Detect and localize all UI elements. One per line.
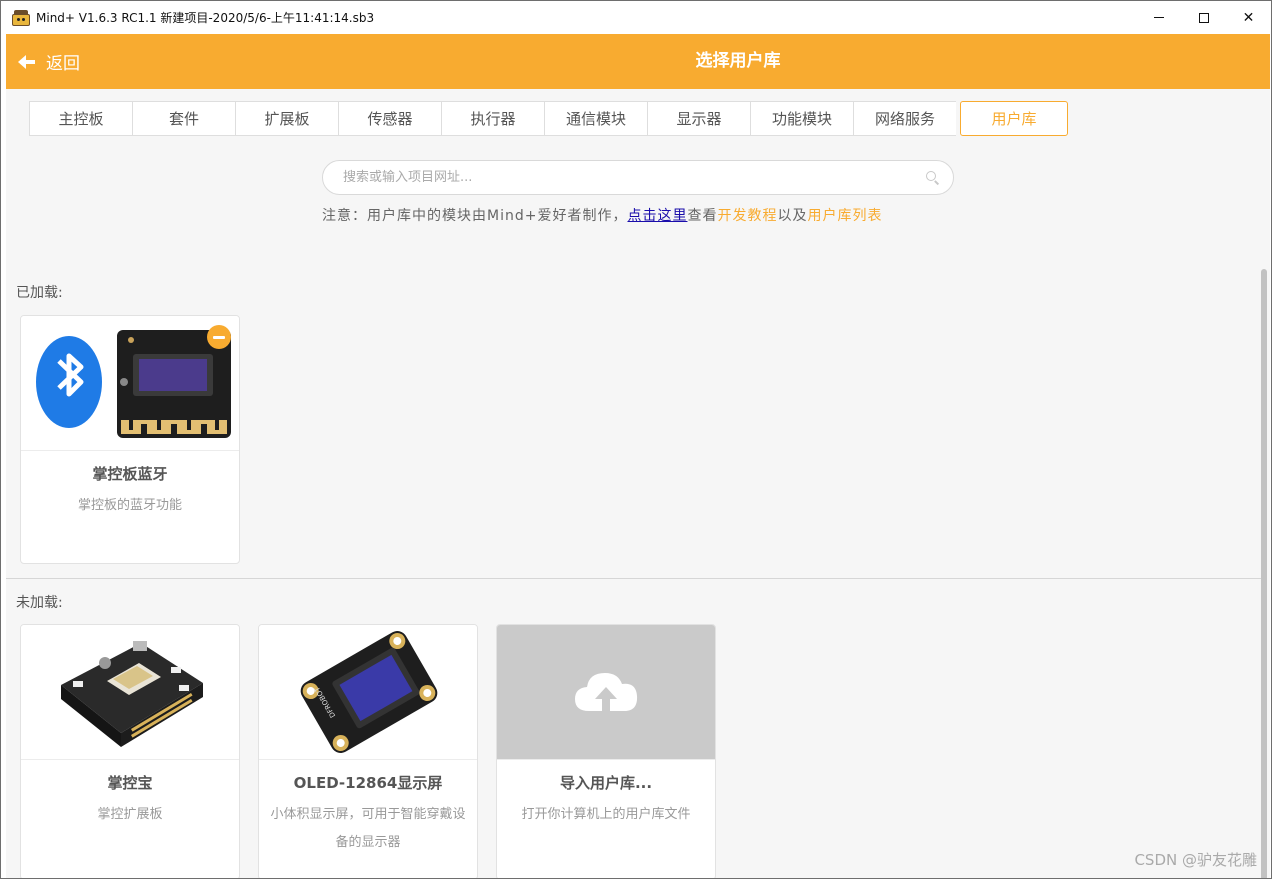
tab-kit[interactable]: 套件 bbox=[132, 101, 235, 136]
card-title: OLED-12864显示屏 bbox=[293, 774, 443, 792]
app-window: Mind+ V1.6.3 RC1.1 新建项目-2020/5/6-上午11:41… bbox=[0, 0, 1272, 879]
search-icon[interactable] bbox=[926, 171, 940, 185]
card-image bbox=[21, 316, 239, 451]
minimize-button[interactable] bbox=[1136, 1, 1181, 34]
card-image bbox=[21, 625, 239, 760]
expansion-board-image bbox=[61, 641, 203, 747]
click-here-link[interactable]: 点击这里 bbox=[627, 208, 687, 224]
card-title: 掌控宝 bbox=[107, 774, 153, 792]
back-button[interactable]: 返回 bbox=[18, 34, 80, 89]
tab-function-module[interactable]: 功能模块 bbox=[750, 101, 853, 136]
tab-network-service[interactable]: 网络服务 bbox=[853, 101, 956, 136]
notice-and: 以及 bbox=[777, 208, 808, 224]
close-icon: ✕ bbox=[1242, 9, 1255, 26]
library-card-zhangkongbao[interactable]: 掌控宝 掌控扩展板 bbox=[20, 624, 240, 878]
oled-display-image: DFROBOT bbox=[300, 631, 438, 753]
card-image bbox=[497, 625, 715, 760]
user-library-list-link[interactable]: 用户库列表 bbox=[807, 208, 882, 224]
mindplus-app-icon bbox=[12, 9, 30, 26]
library-card-mpython-bluetooth[interactable]: 掌控板蓝牙 掌控板的蓝牙功能 bbox=[20, 315, 240, 564]
maximize-icon bbox=[1198, 12, 1209, 23]
card-title: 导入用户库... bbox=[559, 774, 653, 792]
tab-expansion-board[interactable]: 扩展板 bbox=[235, 101, 338, 136]
card-description: 打开你计算机上的用户库文件 bbox=[521, 807, 691, 822]
title-bar: Mind+ V1.6.3 RC1.1 新建项目-2020/5/6-上午11:41… bbox=[1, 1, 1271, 34]
tab-sensor[interactable]: 传感器 bbox=[338, 101, 441, 136]
close-button[interactable]: ✕ bbox=[1226, 1, 1271, 34]
back-label: 返回 bbox=[46, 54, 80, 74]
card-image: DFROBOT bbox=[259, 625, 477, 760]
watermark: CSDN @驴友花雕 bbox=[1134, 851, 1257, 869]
tab-display[interactable]: 显示器 bbox=[647, 101, 750, 136]
tab-communication[interactable]: 通信模块 bbox=[544, 101, 647, 136]
scrollbar[interactable] bbox=[1261, 269, 1267, 878]
minimize-icon bbox=[1153, 17, 1164, 18]
card-title: 掌控板蓝牙 bbox=[92, 465, 168, 483]
category-tabs: 主控板 套件 扩展板 传感器 执行器 通信模块 显示器 功能模块 网络服务 用户… bbox=[29, 101, 1068, 136]
window-title: Mind+ V1.6.3 RC1.1 新建项目-2020/5/6-上午11:41… bbox=[36, 11, 375, 25]
arrow-left-icon bbox=[18, 54, 36, 69]
tab-actuator[interactable]: 执行器 bbox=[441, 101, 544, 136]
window-controls: ✕ bbox=[1136, 1, 1271, 34]
notice-middle: 查看 bbox=[687, 208, 718, 224]
card-description: 掌控板的蓝牙功能 bbox=[77, 498, 182, 513]
remove-icon[interactable] bbox=[207, 325, 231, 349]
unloaded-section-label: 未加载: bbox=[16, 595, 63, 611]
tab-user-library[interactable]: 用户库 bbox=[960, 101, 1068, 136]
tab-main-board[interactable]: 主控板 bbox=[29, 101, 132, 136]
notice-prefix: 注意：用户库中的模块由Mind+爱好者制作， bbox=[322, 208, 628, 224]
import-library-card[interactable]: 导入用户库... 打开你计算机上的用户库文件 bbox=[496, 624, 716, 878]
library-content: 主控板 套件 扩展板 传感器 执行器 通信模块 显示器 功能模块 网络服务 用户… bbox=[6, 89, 1270, 878]
cloud-upload-icon bbox=[575, 673, 638, 711]
card-description: 掌控扩展板 bbox=[97, 807, 163, 822]
search-input[interactable] bbox=[343, 161, 913, 194]
page-title: 选择用户库 bbox=[695, 51, 781, 71]
page-header: 选择用户库 返回 bbox=[6, 34, 1270, 89]
section-divider bbox=[6, 578, 1264, 579]
card-description: 小体积显示屏，可用于智能穿戴设备的显示器 bbox=[270, 807, 466, 850]
search-box bbox=[322, 160, 954, 195]
loaded-section-label: 已加载: bbox=[16, 285, 63, 301]
library-card-oled-12864[interactable]: DFROBOT OLED-12864显示屏 小体积显示屏，可用于智能穿戴设备的显… bbox=[258, 624, 478, 878]
notice-text: 注意：用户库中的模块由Mind+爱好者制作，点击这里查看开发教程以及用户库列表 bbox=[322, 205, 954, 227]
maximize-button[interactable] bbox=[1181, 1, 1226, 34]
dev-tutorial-link[interactable]: 开发教程 bbox=[717, 208, 777, 224]
